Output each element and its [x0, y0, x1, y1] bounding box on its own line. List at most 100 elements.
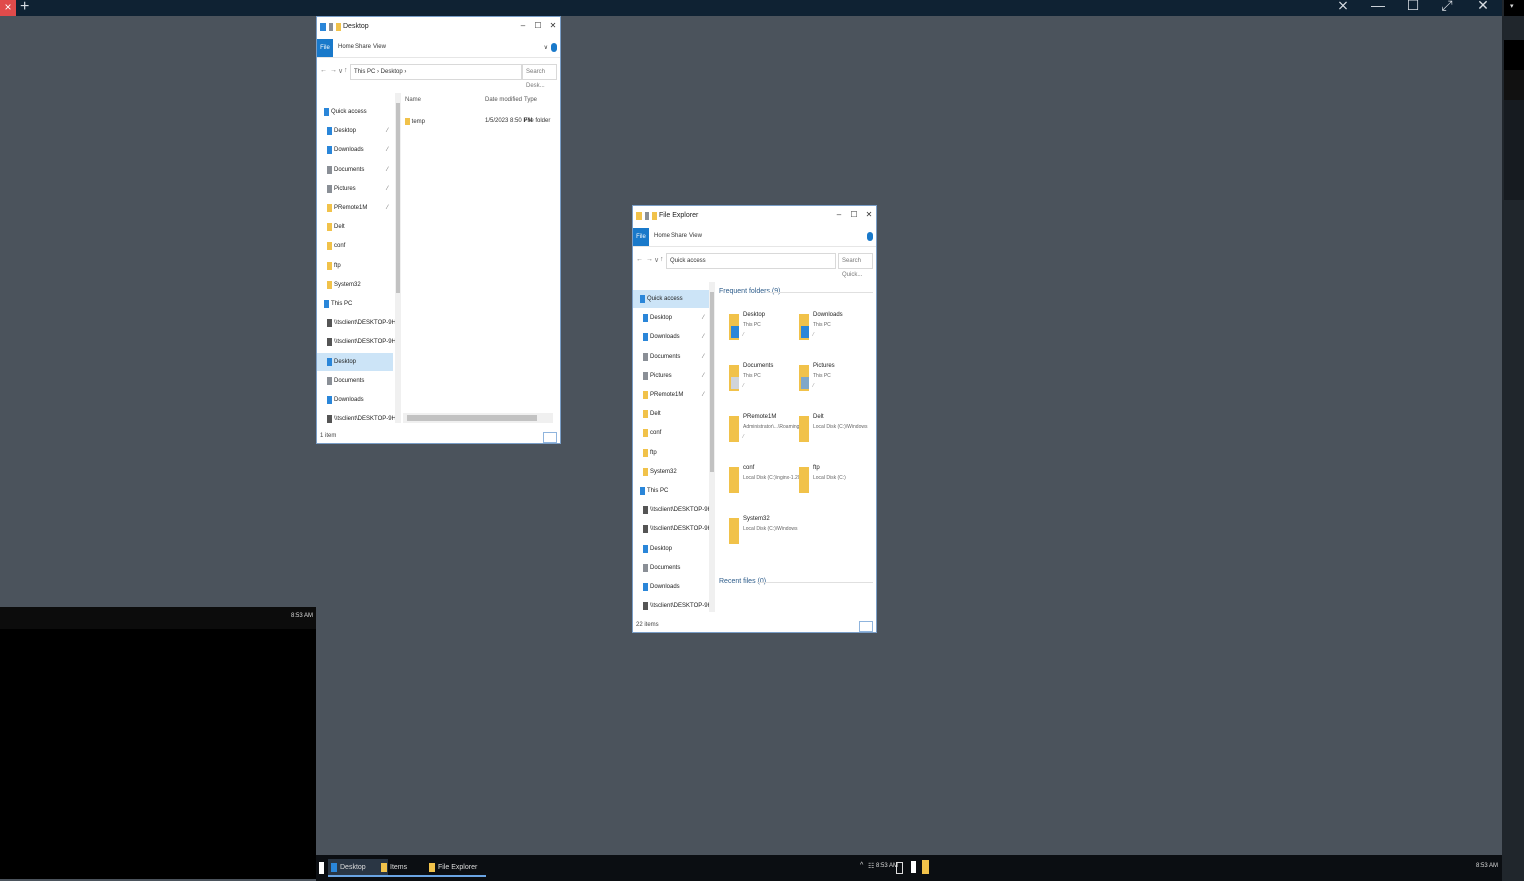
tab-home[interactable]: Home [654, 233, 670, 239]
taskbar-item-file-explorer[interactable]: File Explorer [426, 859, 486, 877]
sidebar-item[interactable]: Delt [317, 218, 393, 236]
title-bar[interactable]: File Explorer – ☐ ✕ [633, 206, 876, 226]
search-input[interactable]: Search Quick... [838, 253, 873, 278]
sidebar-item[interactable]: \\tsclient\DESKTOP-9H8OTN8 [317, 410, 395, 428]
sidebar-item[interactable]: System32 [633, 463, 709, 481]
recent-locations-icon[interactable]: ∨ [654, 256, 659, 264]
tab-share[interactable]: Share [671, 233, 687, 239]
properties-icon[interactable] [329, 23, 333, 31]
sidebar-item[interactable]: Desktop ⁄ [633, 309, 709, 327]
tab-view[interactable]: View [373, 44, 386, 50]
sidebar-item[interactable]: This PC [633, 482, 709, 500]
title-bar[interactable]: Desktop – ☐ ✕ [317, 17, 560, 37]
sidebar-item[interactable]: PRemote1M ⁄ [317, 199, 393, 217]
sidebar-item[interactable]: conf [633, 424, 709, 442]
maximize-icon[interactable]: ☐ [1402, 0, 1424, 14]
sidebar-item[interactable]: \\tsclient\DESKTOP-9H8OTN8 [633, 597, 709, 615]
folder-tile[interactable]: ftp Local Disk (C:) [799, 463, 865, 509]
panel-tools[interactable] [1504, 100, 1524, 200]
sidebar-item[interactable]: \\tsclient\DESKTOP-9H8OTN8 [633, 501, 709, 519]
expand-ribbon-icon[interactable]: ∨ [544, 44, 548, 51]
up-icon[interactable]: ↑ [344, 67, 348, 74]
close-icon[interactable]: ✕ [862, 210, 876, 219]
sidebar-item[interactable]: Documents [633, 559, 709, 577]
sidebar-item[interactable]: Downloads [633, 578, 709, 596]
sidebar-item[interactable]: \\tsclient\DESKTOP-9H8OTN8 [317, 333, 395, 351]
help-icon[interactable] [551, 43, 557, 52]
nav-scrollbar[interactable] [395, 93, 401, 423]
up-icon[interactable]: ↑ [660, 256, 664, 263]
new-folder-icon[interactable] [652, 212, 657, 220]
sidebar-item[interactable]: Desktop ⁄ [317, 122, 393, 140]
sidebar-item[interactable]: Pictures ⁄ [633, 367, 709, 385]
explorer-window-quick-access[interactable]: File Explorer – ☐ ✕ File Home Share View… [632, 205, 877, 633]
tray-chevron-icon[interactable]: ^ [860, 862, 863, 869]
sidebar-item[interactable]: PRemote1M ⁄ [633, 386, 709, 404]
tray-clock[interactable]: 8:53 AM [876, 863, 898, 869]
sidebar-item[interactable]: \\tsclient\DESKTOP-9H8OTN8 [317, 314, 395, 332]
explorer-window-desktop[interactable]: Desktop – ☐ ✕ File Home Share View ∨ ← →… [316, 16, 561, 444]
sidebar-item[interactable]: Downloads ⁄ [317, 141, 393, 159]
sidebar-item[interactable]: Delt [633, 405, 709, 423]
address-input[interactable]: This PC › Desktop › [350, 64, 522, 80]
tab-share[interactable]: Share [355, 44, 371, 50]
tab-file[interactable]: File [317, 39, 333, 57]
view-toggle-icon[interactable] [543, 432, 557, 443]
column-header-type[interactable]: Type [524, 97, 537, 103]
properties-icon[interactable] [645, 212, 649, 220]
sidebar-item[interactable]: conf [317, 237, 393, 255]
sidebar-item[interactable]: Quick access [633, 290, 709, 308]
sidebar-item[interactable]: Quick access [317, 103, 393, 121]
maximize-icon[interactable]: ☐ [847, 210, 861, 219]
help-icon[interactable] [867, 232, 873, 241]
sidebar-item[interactable]: \\tsclient\DESKTOP-9H8OTN8 [633, 520, 709, 538]
maximize-icon[interactable]: ☐ [531, 21, 545, 30]
minimize-icon[interactable]: — [1367, 0, 1389, 13]
close-icon[interactable]: ✕ [1472, 0, 1494, 14]
fullscreen-icon[interactable]: ⤢ [1436, 0, 1458, 14]
sidebar-item[interactable]: This PC [317, 295, 393, 313]
network-icon[interactable]: ☷ [868, 862, 874, 870]
forward-icon[interactable]: → [330, 67, 337, 74]
sidebar-item[interactable]: Desktop [633, 540, 709, 558]
folder-tile[interactable]: Delt Local Disk (C:)\Windows [799, 412, 867, 458]
back-icon[interactable]: ← [320, 67, 327, 74]
notification-icon[interactable] [896, 862, 903, 874]
view-toggle-icon[interactable] [859, 621, 873, 632]
table-row[interactable]: temp 1/5/2023 8:50 PM File folder [405, 118, 550, 125]
tab-file[interactable]: File [633, 228, 649, 246]
new-session-icon[interactable]: + [20, 0, 29, 16]
tab-home[interactable]: Home [338, 44, 354, 50]
back-icon[interactable]: ← [636, 256, 643, 263]
sidebar-item[interactable]: Pictures ⁄ [317, 180, 393, 198]
minimize-icon[interactable]: – [832, 210, 846, 219]
recent-locations-icon[interactable]: ∨ [338, 67, 343, 75]
close-session-icon[interactable]: × [0, 0, 16, 16]
sidebar-item[interactable]: Desktop [317, 352, 393, 371]
sidebar-item[interactable]: Downloads [317, 391, 393, 409]
start-icon[interactable] [319, 862, 324, 874]
sidebar-item[interactable]: Documents ⁄ [633, 348, 709, 366]
sidebar-item[interactable]: ftp [317, 257, 393, 275]
sidebar-item[interactable]: Documents [317, 372, 393, 390]
search-input[interactable]: Search Desk... [522, 64, 557, 89]
folder-tile[interactable]: Desktop This PC ⁄ [729, 310, 795, 356]
folder-tile[interactable]: Downloads This PC ⁄ [799, 310, 865, 356]
sidebar-item[interactable]: Documents ⁄ [317, 161, 393, 179]
start-icon-secondary[interactable] [911, 861, 916, 873]
column-header-date[interactable]: Date modified [485, 97, 522, 103]
folder-tile[interactable]: Pictures This PC ⁄ [799, 361, 865, 407]
close-icon[interactable]: ✕ [546, 21, 560, 30]
folder-tile[interactable]: System32 Local Disk (C:)\Windows [729, 514, 797, 560]
disconnect-icon[interactable]: ⨯ [1332, 0, 1354, 14]
folder-tile[interactable]: conf Local Disk (C:)\nginx-1.20.2 [729, 463, 805, 509]
nav-scrollbar[interactable] [709, 282, 715, 612]
column-header-name[interactable]: Name [405, 97, 421, 103]
address-input[interactable]: Quick access [666, 253, 836, 269]
minimize-icon[interactable]: – [516, 21, 530, 30]
folder-tile[interactable]: PRemote1M Administrator\...\Roaming ⁄ [729, 412, 799, 458]
horizontal-scrollbar[interactable] [403, 413, 553, 423]
folder-tile[interactable]: Documents This PC ⁄ [729, 361, 795, 407]
pinned-folder-icon[interactable] [922, 860, 929, 874]
sidebar-item[interactable]: Downloads ⁄ [633, 328, 709, 346]
